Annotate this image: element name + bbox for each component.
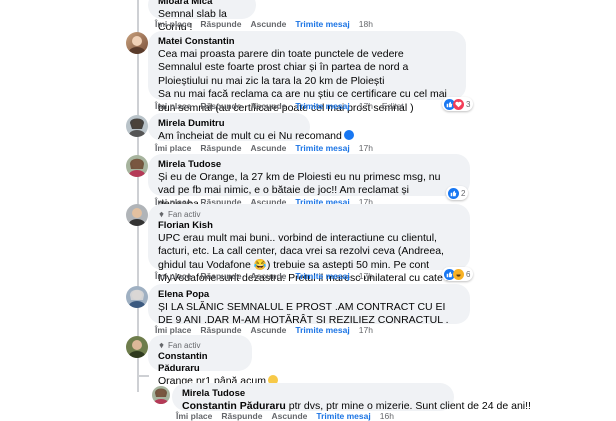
comment-actions: Îmi place Răspunde Ascunde Trimite mesaj… xyxy=(155,271,373,281)
comment-actions: Îmi place Răspunde Ascunde Trimite mesaj… xyxy=(155,19,373,29)
hide-button[interactable]: Ascunde xyxy=(250,101,286,111)
avatar[interactable] xyxy=(126,286,148,308)
thread-line xyxy=(137,0,139,392)
comment-author[interactable]: Constantin Păduraru xyxy=(158,351,242,375)
comment-author[interactable]: Mirela Tudose xyxy=(158,159,460,171)
love-icon xyxy=(453,98,464,110)
reply-button[interactable]: Răspunde xyxy=(200,101,241,111)
comment-actions: Îmi place Răspunde Ascunde Trimite mesaj… xyxy=(155,101,404,111)
like-button[interactable]: Îmi place xyxy=(155,325,191,335)
fan-badge-icon xyxy=(159,342,164,348)
comment-bubble: Mioara Mica Semnal slab la Cornu ! xyxy=(148,0,256,33)
reaction-summary[interactable]: 3 xyxy=(442,97,474,111)
fan-badge: Fan activ xyxy=(158,340,242,350)
reaction-count: 6 xyxy=(466,269,471,279)
comment-time[interactable]: 17h xyxy=(359,143,373,153)
comment-author[interactable]: Matei Constantin xyxy=(158,36,456,48)
fan-badge-icon xyxy=(159,211,164,217)
send-message-button[interactable]: Trimite mesaj xyxy=(295,19,349,29)
reply-button[interactable]: Răspunde xyxy=(200,19,241,29)
reaction-summary[interactable]: 2 xyxy=(446,186,469,200)
comment-bubble: Matei Constantin Cea mai proasta parere … xyxy=(148,31,466,114)
comment-text: Am încheiat de mult cu ei Nu recomand xyxy=(158,130,354,143)
reaction-count: 2 xyxy=(461,188,466,198)
comment-actions: Îmi place Răspunde Ascunde Trimite mesaj… xyxy=(155,143,373,153)
comment-text: ȘI LA SLĂNIC SEMNALUL E PROST .AM CONTRA… xyxy=(158,301,449,327)
send-message-button[interactable]: Trimite mesaj xyxy=(295,101,349,111)
comment-author[interactable]: Mirela Tudose xyxy=(182,388,444,400)
reply-button[interactable]: Răspunde xyxy=(200,271,241,281)
send-message-button[interactable]: Trimite mesaj xyxy=(295,271,349,281)
send-message-button[interactable]: Trimite mesaj xyxy=(295,325,349,335)
comment-time[interactable]: 17h xyxy=(359,101,373,111)
comment-actions: Îmi place Răspunde Ascunde Trimite mesaj… xyxy=(155,325,373,335)
thread-line-nested xyxy=(137,375,149,377)
reply-button[interactable]: Răspunde xyxy=(200,143,241,153)
avatar[interactable] xyxy=(152,386,170,404)
comment-author[interactable]: Elena Popa xyxy=(158,289,460,301)
send-message-button[interactable]: Trimite mesaj xyxy=(295,143,349,153)
comment-time[interactable]: 17h xyxy=(359,325,373,335)
fan-badge: Fan activ xyxy=(158,209,460,219)
comment-bubble: Mirela Tudose Constantin Păduraru ptr dv… xyxy=(172,383,531,412)
comment-bubble: Mirela Dumitru Am încheiat de mult cu ei… xyxy=(148,113,354,143)
hide-button[interactable]: Ascunde xyxy=(250,325,286,335)
comment-author[interactable]: Mirela Dumitru xyxy=(158,118,300,130)
comment-bubble: Elena Popa ȘI LA SLĂNIC SEMNALUL E PROST… xyxy=(148,284,470,326)
edited-label: Editat xyxy=(381,101,404,111)
reaction-summary[interactable]: 6 xyxy=(442,267,474,281)
thumbs-up-emoji-icon xyxy=(343,130,354,140)
comment-author[interactable]: Mioara Mica xyxy=(158,0,246,8)
reply-button[interactable]: Răspunde xyxy=(200,325,241,335)
like-button[interactable]: Îmi place xyxy=(155,19,191,29)
reaction-count: 3 xyxy=(466,99,471,109)
like-button[interactable]: Îmi place xyxy=(155,101,191,111)
comment-time[interactable]: 18h xyxy=(359,19,373,29)
comment-bubble: Fan activ Constantin Păduraru Orange nr1… xyxy=(148,335,278,387)
like-button[interactable]: Îmi place xyxy=(155,271,191,281)
comment-author[interactable]: Florian Kish xyxy=(158,220,460,232)
comment-bubble: Fan activ Florian Kish UPC erau mult mai… xyxy=(148,204,470,298)
avatar[interactable] xyxy=(126,115,148,137)
like-icon xyxy=(448,187,459,199)
haha-icon xyxy=(453,268,464,280)
comment-time[interactable]: 17h xyxy=(359,271,373,281)
avatar[interactable] xyxy=(126,155,148,177)
avatar[interactable] xyxy=(126,336,148,358)
hide-button[interactable]: Ascunde xyxy=(250,19,286,29)
hide-button[interactable]: Ascunde xyxy=(250,271,286,281)
comment-bubble: Mirela Tudose Și eu de Orange, la 27 km … xyxy=(148,154,470,210)
like-button[interactable]: Îmi place xyxy=(155,143,191,153)
avatar[interactable] xyxy=(126,32,148,54)
avatar[interactable] xyxy=(126,204,148,226)
hide-button[interactable]: Ascunde xyxy=(250,143,286,153)
